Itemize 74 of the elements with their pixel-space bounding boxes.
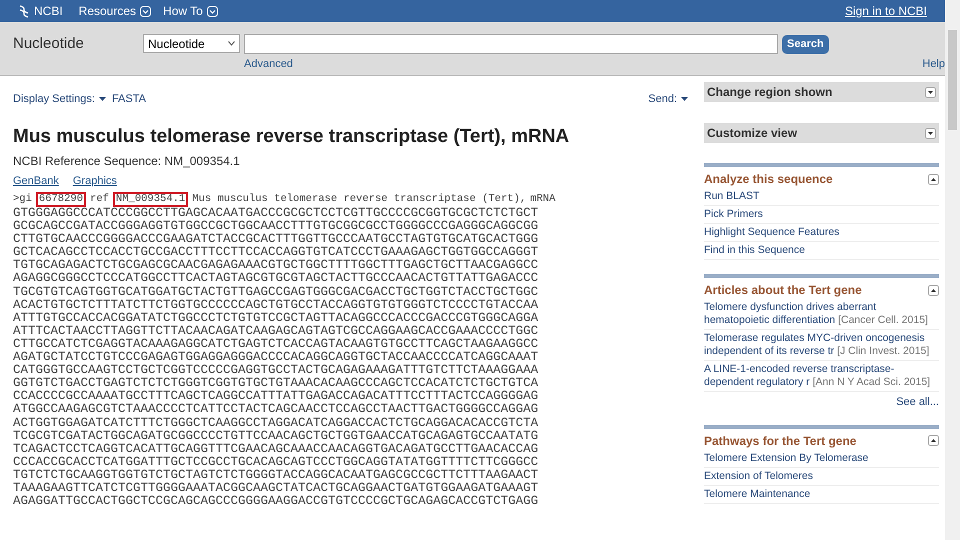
sequence-line: TGTGCAGAGACTCTGCGAGCGCAACGAGAGAAACGTGCTGGCTTTTGGCTTTGAGCTGCTTAACGAGGCC <box>13 259 540 272</box>
sign-in-link[interactable]: Sign in to NCBI <box>844 2 927 20</box>
panel-link[interactable]: Find in this Sequence <box>704 244 939 257</box>
panel-heading: Pathways for the Tert gene <box>704 432 858 450</box>
panel-link[interactable]: Extension of Telomeres <box>704 470 939 482</box>
panel-link[interactable]: Telomere Extension By Telomerase <box>704 452 939 464</box>
panel-heading: Analyze this sequence <box>704 171 834 188</box>
view-link[interactable]: GenBank <box>13 172 59 189</box>
panel-heading: Articles about the Tert gene <box>704 282 863 299</box>
sequence-line: ACACTGTGCTCTTTATCTTCTGGTGCCCCCCAGCTGTGCCTACCAGGTGTGTGGGTCTCCCCTGTACCAA <box>13 298 540 312</box>
sequence-line: AGATGCTATCCTGTCCCGAGAGTGGAGGAGGGACCCCACAGGCAGGTGCTACCAACCCCATCAGGCAAAT <box>13 351 540 364</box>
view-link[interactable]: Graphics <box>72 172 117 189</box>
chevron-down-icon <box>140 6 152 16</box>
sequence-line: GTGGGAGGCCCATCCCGGCCTTGAGCACAATGACCCGCGCTCCTCGTTGCCCCGCGGTGCGCTCTCTGCT <box>13 207 540 220</box>
sequence-line: AGAGGATTGCCACTGGCTCCGCAGCAGCCCGGGGAAGGACCGTGTCCCCGCTGCAGAGCACCGTCTGAGG <box>13 495 540 508</box>
sequence-line: TGCGTGTCAGTGGTGCATGGATGCTACTGTTGAGCCGAGTGGGCGACGACCTGCTGGTCTACCTGCTGGC <box>13 286 540 299</box>
panel-link[interactable]: Pick Primers <box>704 208 939 221</box>
record-title: Mus musculus telomerase reverse transcriptase (Tert), mRNA <box>13 124 570 148</box>
sequence-line: CTTGCCATCTCGAGGTACAAAGAGGCATCTGAGTCTCACCAGTACAAGTGTGCCTTCAGCTAAGAAGGCC <box>13 338 540 352</box>
highlighted-identifier: NM_009354.1 <box>112 192 188 207</box>
collapse-icon[interactable] <box>928 284 939 296</box>
sequence-line: TGTCTCTGCAAGGTGGTGTCTGCTAGTCTCTGGGGTACCAGGCACAATGAGCGCCGCTTCTTTAAGAACT <box>13 468 540 482</box>
advanced-link[interactable]: Advanced <box>244 56 293 72</box>
see-all-link[interactable]: See all... <box>896 394 939 410</box>
sequence-line: AGAGGCGGGCCTCCCATGGCCTTCACTAGTAGCGTGCGTAGCTACTTGCCCAACACTGTTATTGAGACCC <box>13 272 540 286</box>
reference-sequence: NCBI Reference Sequence: NM_009354.1 <box>13 152 241 170</box>
collapse-icon[interactable] <box>928 174 939 184</box>
panel-link[interactable]: Highlight Sequence Features <box>704 226 939 239</box>
sequence-line: ATTTCACTAACCTTAGGTTCTTACAACAGATCAAGAGCAGTAGTCGCCAGGAAGCACCGAAACCCCTGGC <box>13 324 540 338</box>
database-label: Nucleotide <box>13 34 84 54</box>
panel-link[interactable]: Telomerase regulates MYC-driven oncogenesis independent of its reverse tr [J Clin Invest. 2015] <box>704 332 939 358</box>
search-button[interactable]: Search <box>782 35 829 54</box>
sequence-line: CCCACCGCACCTCATGGATTTGCTCCGCCTGCACAGCAGTCCCTGGCAGGTATATGGTTTTCTTCGGGCC <box>13 456 540 469</box>
sequence-line: CATGGGTGCCAAGTCCTGCTCGGTCCCCCGAGGTGCCTACTGCAGAGAAAGATTTGTCTTCTAAAGGAAA <box>13 364 540 378</box>
help-link[interactable]: Help <box>922 56 945 72</box>
search-field[interactable] <box>244 34 778 54</box>
helix-logo-icon <box>18 4 30 18</box>
sequence-line: ATGGCCAAGAGCGTCTAAACCCCTCATTCCTACTCAGCAACCTCCAGCCTAACTTGACTGGGGCCAGGAG <box>13 403 540 416</box>
expand-icon[interactable] <box>925 86 936 98</box>
defline-text: >gi <box>13 193 32 206</box>
ncbi-logo[interactable]: NCBI <box>34 2 63 20</box>
sequence-line: GGTGTCTGACCTGAGTCTCTCTGGGTCGGTGTGCTGTAAACACAAGCCCAGCTCCACATCTCTGCTGTCA <box>13 377 540 390</box>
sequence-line: CTTGTGCAACCCGGGGACCCGAAGATCTACCGCACTTTGGTTGCCCAATGCCTAGTGTGCATGCACTGGG <box>13 233 540 246</box>
menu-button[interactable]: Resources <box>78 2 152 20</box>
send-link[interactable]: Send: <box>648 91 688 108</box>
sequence-line: TCAGACTCCTCAGGTCACATTGCAGGTTTCGAACAGCAAACCAACAGGTGACAGATGCCTTGAACACCAG <box>13 442 540 456</box>
menu-button[interactable]: How To <box>163 2 218 20</box>
caret-icon <box>98 97 106 102</box>
scrollbar[interactable] <box>945 0 960 540</box>
sequence-line: GCGCAGCCGATACCGGGAGGTGTGGCCGCTGGCAACCTTTGTGCGGCGCCTGGGGCCCGAGGGCAGGCGG <box>13 220 540 234</box>
panel-link[interactable]: Run BLAST <box>704 190 939 203</box>
sequence-line: TCGCGTCGATACTGGCAGATGCGGCCCCTGTTCCAACAGCTGCTGGTGAACCATGCAGAGTGCCAATATG <box>13 430 540 443</box>
sequence-line: TAAAGAAGTTCATCTCGTTGGGGAAATACGGCAAGCTATCACTGCAGGAACTGATGTGGAAGATGAAAGT <box>13 482 540 496</box>
chevron-down-icon <box>206 6 218 16</box>
panel-link[interactable]: Telomere Maintenance <box>704 488 939 500</box>
database-select[interactable]: Nucleotide <box>143 34 240 53</box>
panel-link[interactable]: Telomere dysfunction drives aberrant hematopoietic differentiation [Cancer Cell. 2015] <box>704 301 939 327</box>
defline-text: ref <box>90 193 109 206</box>
defline-text: mRNA <box>530 193 556 206</box>
collapse-icon[interactable] <box>928 435 939 446</box>
collapsible-panel[interactable]: Change region shown <box>704 82 939 102</box>
expand-icon[interactable] <box>925 128 936 138</box>
defline-text: Mus musculus telomerase reverse transcriptase (Tert), <box>192 193 526 206</box>
display-settings-link[interactable]: Display Settings: <box>13 91 106 108</box>
sequence-line: ATTTGTGCCACCACGGATATCTGGCCCTCTGTGTCCGCTAGTTACAGGCCCACCCGACCCGTGGGCAGGA <box>13 312 540 325</box>
highlighted-identifier: 6678290 <box>36 192 86 207</box>
panel-link[interactable]: A LINE-1-encoded reverse transcriptase-dependent regulatory r [Ann N Y Acad Sci. 2015] <box>704 363 939 389</box>
caret-icon <box>228 41 235 46</box>
sequence-line: ACTGGTGGAGATCATCTTTCTGGGCTCAAGGCCTAGGACATCAGGACCACTCTGCAGGACACACCGTCTA <box>13 416 540 430</box>
caret-icon <box>681 97 688 102</box>
collapsible-panel[interactable]: Customize view <box>704 123 939 143</box>
sequence-line: CCACCCCGCCAAAATGCCTTTCAGCTCAGGCCATTTATTGAGACCAGACATTTCCTTTACTCCAGGGGAG <box>13 390 540 404</box>
sequence-line: GCTCACAGCCTCCACCTGCCGACCTTTCCTTCCACCAGGTGTCATCCCTGAAAGAGCTGGTGGCCAGGGT <box>13 246 540 260</box>
format-link[interactable]: FASTA <box>112 91 146 108</box>
